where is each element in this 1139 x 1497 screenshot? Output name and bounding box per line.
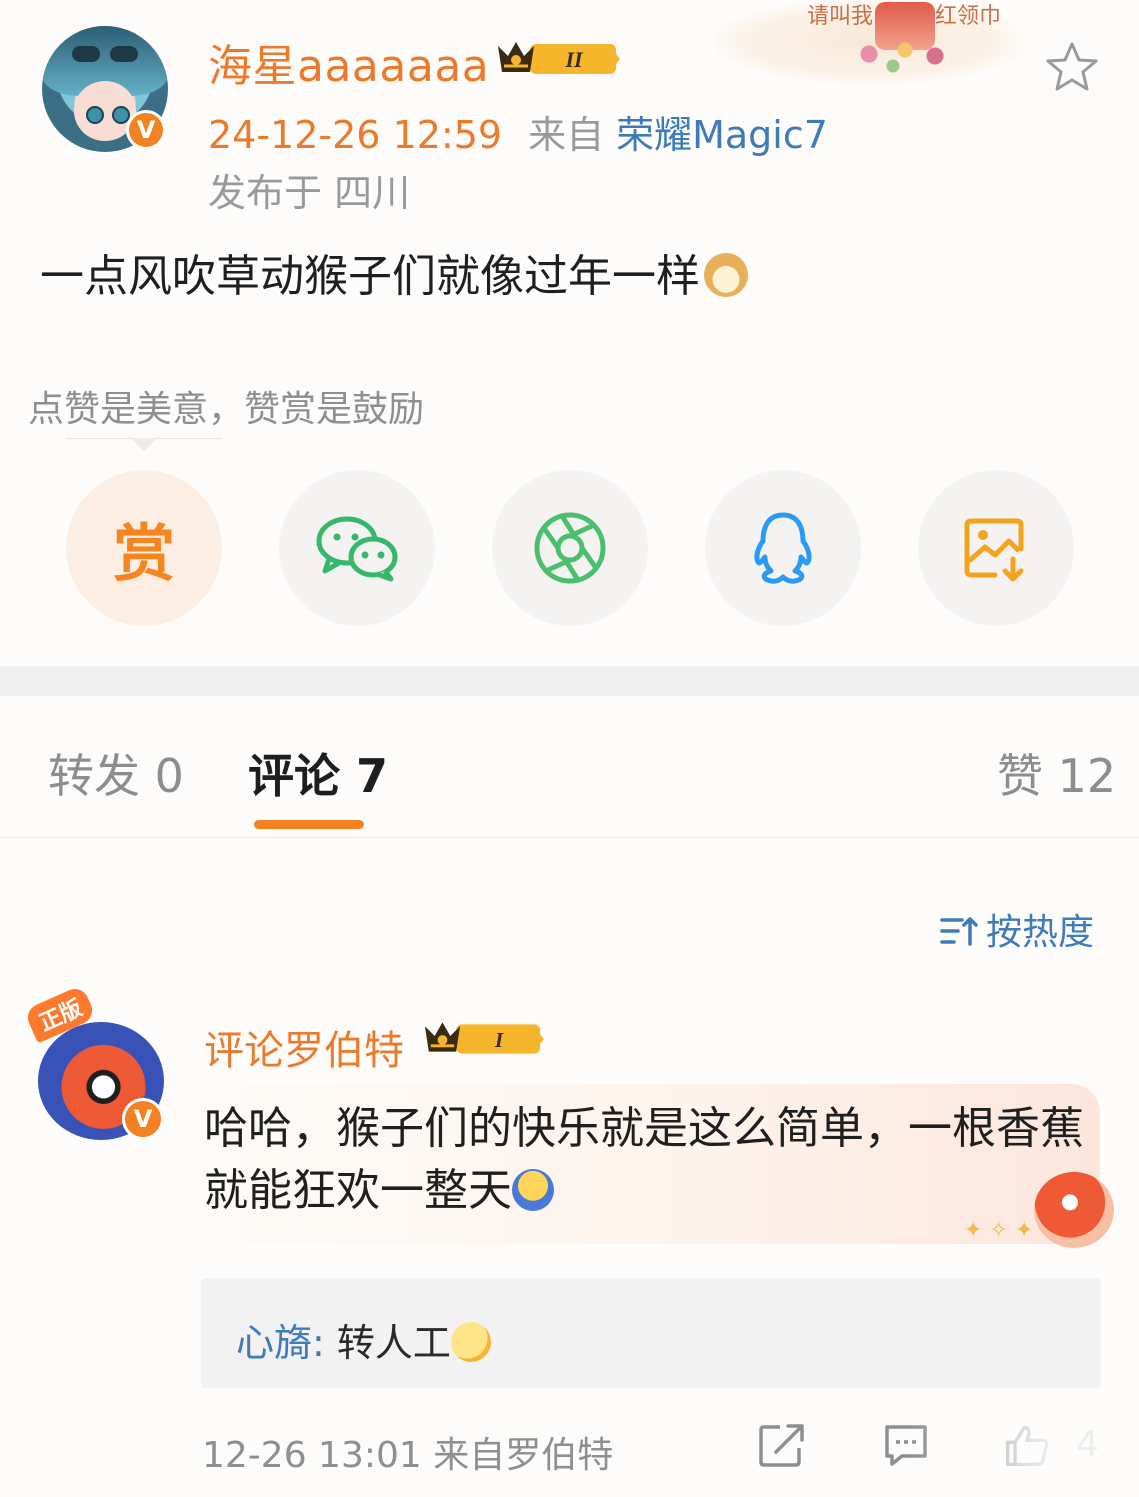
save-image-icon xyxy=(964,518,1024,582)
reward-tip: 点赞是美意，赞赏是鼓励 xyxy=(28,389,425,430)
member-crown-badge[interactable]: II xyxy=(494,36,620,80)
tab-comments[interactable]: 评论 7 xyxy=(248,740,388,806)
tab-likes[interactable]: 赞 12 xyxy=(997,740,1116,806)
sort-icon xyxy=(940,917,978,946)
post-time: 24-12-26 12:59 xyxy=(208,113,503,157)
tab-bottom-border xyxy=(0,837,1139,838)
reward-button[interactable]: 赏 xyxy=(66,470,222,626)
commenter-username[interactable]: 评论罗伯特 xyxy=(204,1018,404,1076)
cheer-emoji xyxy=(512,1169,554,1211)
tip-arrow xyxy=(131,438,157,452)
wechat-icon xyxy=(316,516,398,582)
post-device-link[interactable]: 荣耀Magic7 xyxy=(616,113,828,157)
banner-text-right: 红领巾 xyxy=(935,4,1002,29)
reply-preview: 心旖: 转人工 xyxy=(236,1312,491,1367)
doge-emoji xyxy=(704,253,748,297)
reply-username[interactable]: 心旖 xyxy=(236,1321,312,1365)
section-divider xyxy=(0,666,1139,696)
reward-label: 赏 xyxy=(112,517,175,590)
reply-text: 转人工 xyxy=(336,1321,451,1365)
watermark-overlay xyxy=(910,1400,1139,1497)
banner-text-left: 请叫我 xyxy=(807,4,874,29)
commenter-badge-level: I xyxy=(494,1028,504,1052)
post-meta: 24-12-26 12:59 来自 荣耀Magic7 xyxy=(208,104,828,159)
sort-label: 按热度 xyxy=(986,912,1095,953)
qq-penguin-icon xyxy=(754,512,812,584)
comment-body-text: 哈哈，猴子们的快乐就是这么简单，一根香蕉就能狂欢一整天 xyxy=(204,1103,1084,1216)
decorative-banner: 请叫我 红领巾 xyxy=(715,0,1025,84)
avatar-eye-left xyxy=(86,106,104,124)
tab-repost[interactable]: 转发 0 xyxy=(48,740,184,806)
save-image-button[interactable] xyxy=(918,470,1074,626)
poster-username[interactable]: 海星aaaaaaa xyxy=(208,30,489,94)
share-wechat-button[interactable] xyxy=(279,470,435,626)
commenter-crown-badge[interactable]: I xyxy=(421,1016,544,1060)
post-from-label: 来自 xyxy=(528,113,605,157)
share-moments-button[interactable] xyxy=(492,470,648,626)
active-tab-indicator xyxy=(254,820,364,829)
yum-emoji xyxy=(450,1322,491,1362)
share-icon[interactable] xyxy=(758,1422,806,1468)
sort-by-hot-button[interactable]: 按热度 xyxy=(940,903,1094,955)
commenter-verified-badge: V xyxy=(122,1098,164,1140)
post-body-text: 一点风吹草动猴子们就像过年一样 xyxy=(40,251,700,302)
comment-body: 哈哈，猴子们的快乐就是这么简单，一根香蕉就能狂欢一整天 xyxy=(204,1098,1084,1222)
comment-meta: 12-26 13:01 来自罗伯特 xyxy=(202,1435,614,1476)
avatar-glasses xyxy=(72,46,138,62)
banner-flowers xyxy=(845,34,965,74)
badge-level: II xyxy=(564,47,584,72)
share-qq-button[interactable] xyxy=(705,470,861,626)
reply-separator: : xyxy=(312,1321,337,1365)
verified-badge: V xyxy=(126,110,166,150)
favorite-star-icon[interactable] xyxy=(1044,40,1100,96)
post-body: 一点风吹草动猴子们就像过年一样 xyxy=(40,240,748,304)
moments-aperture-icon xyxy=(534,512,606,584)
post-location: 发布于 四川 xyxy=(208,171,411,215)
